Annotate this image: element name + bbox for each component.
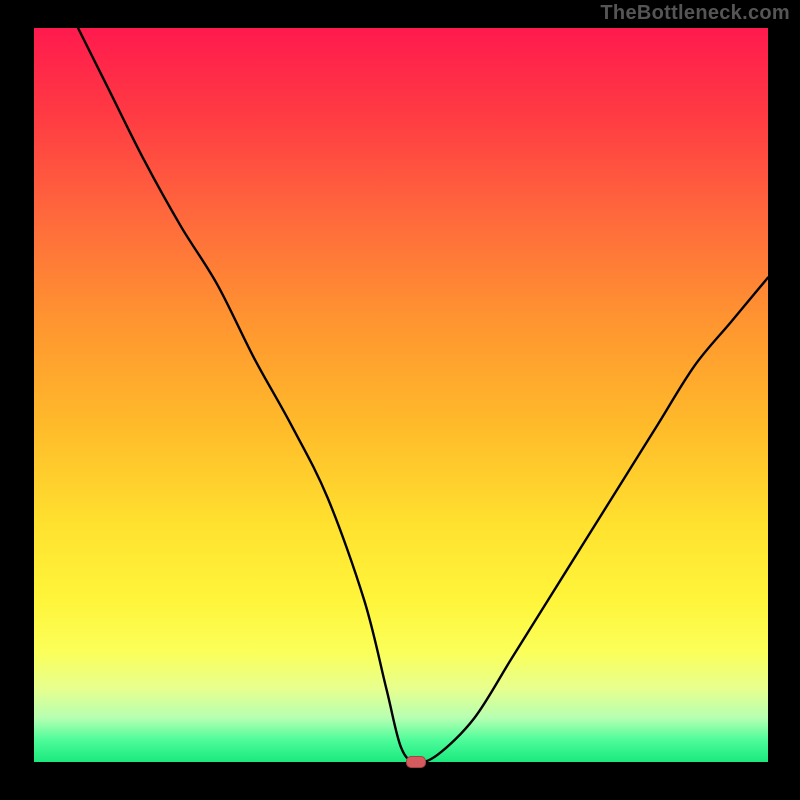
chart-stage: TheBottleneck.com bbox=[0, 0, 800, 800]
bottleneck-curve bbox=[34, 28, 768, 762]
optimal-point-marker bbox=[406, 756, 426, 768]
watermark-text: TheBottleneck.com bbox=[600, 2, 790, 25]
plot-area bbox=[34, 28, 768, 762]
